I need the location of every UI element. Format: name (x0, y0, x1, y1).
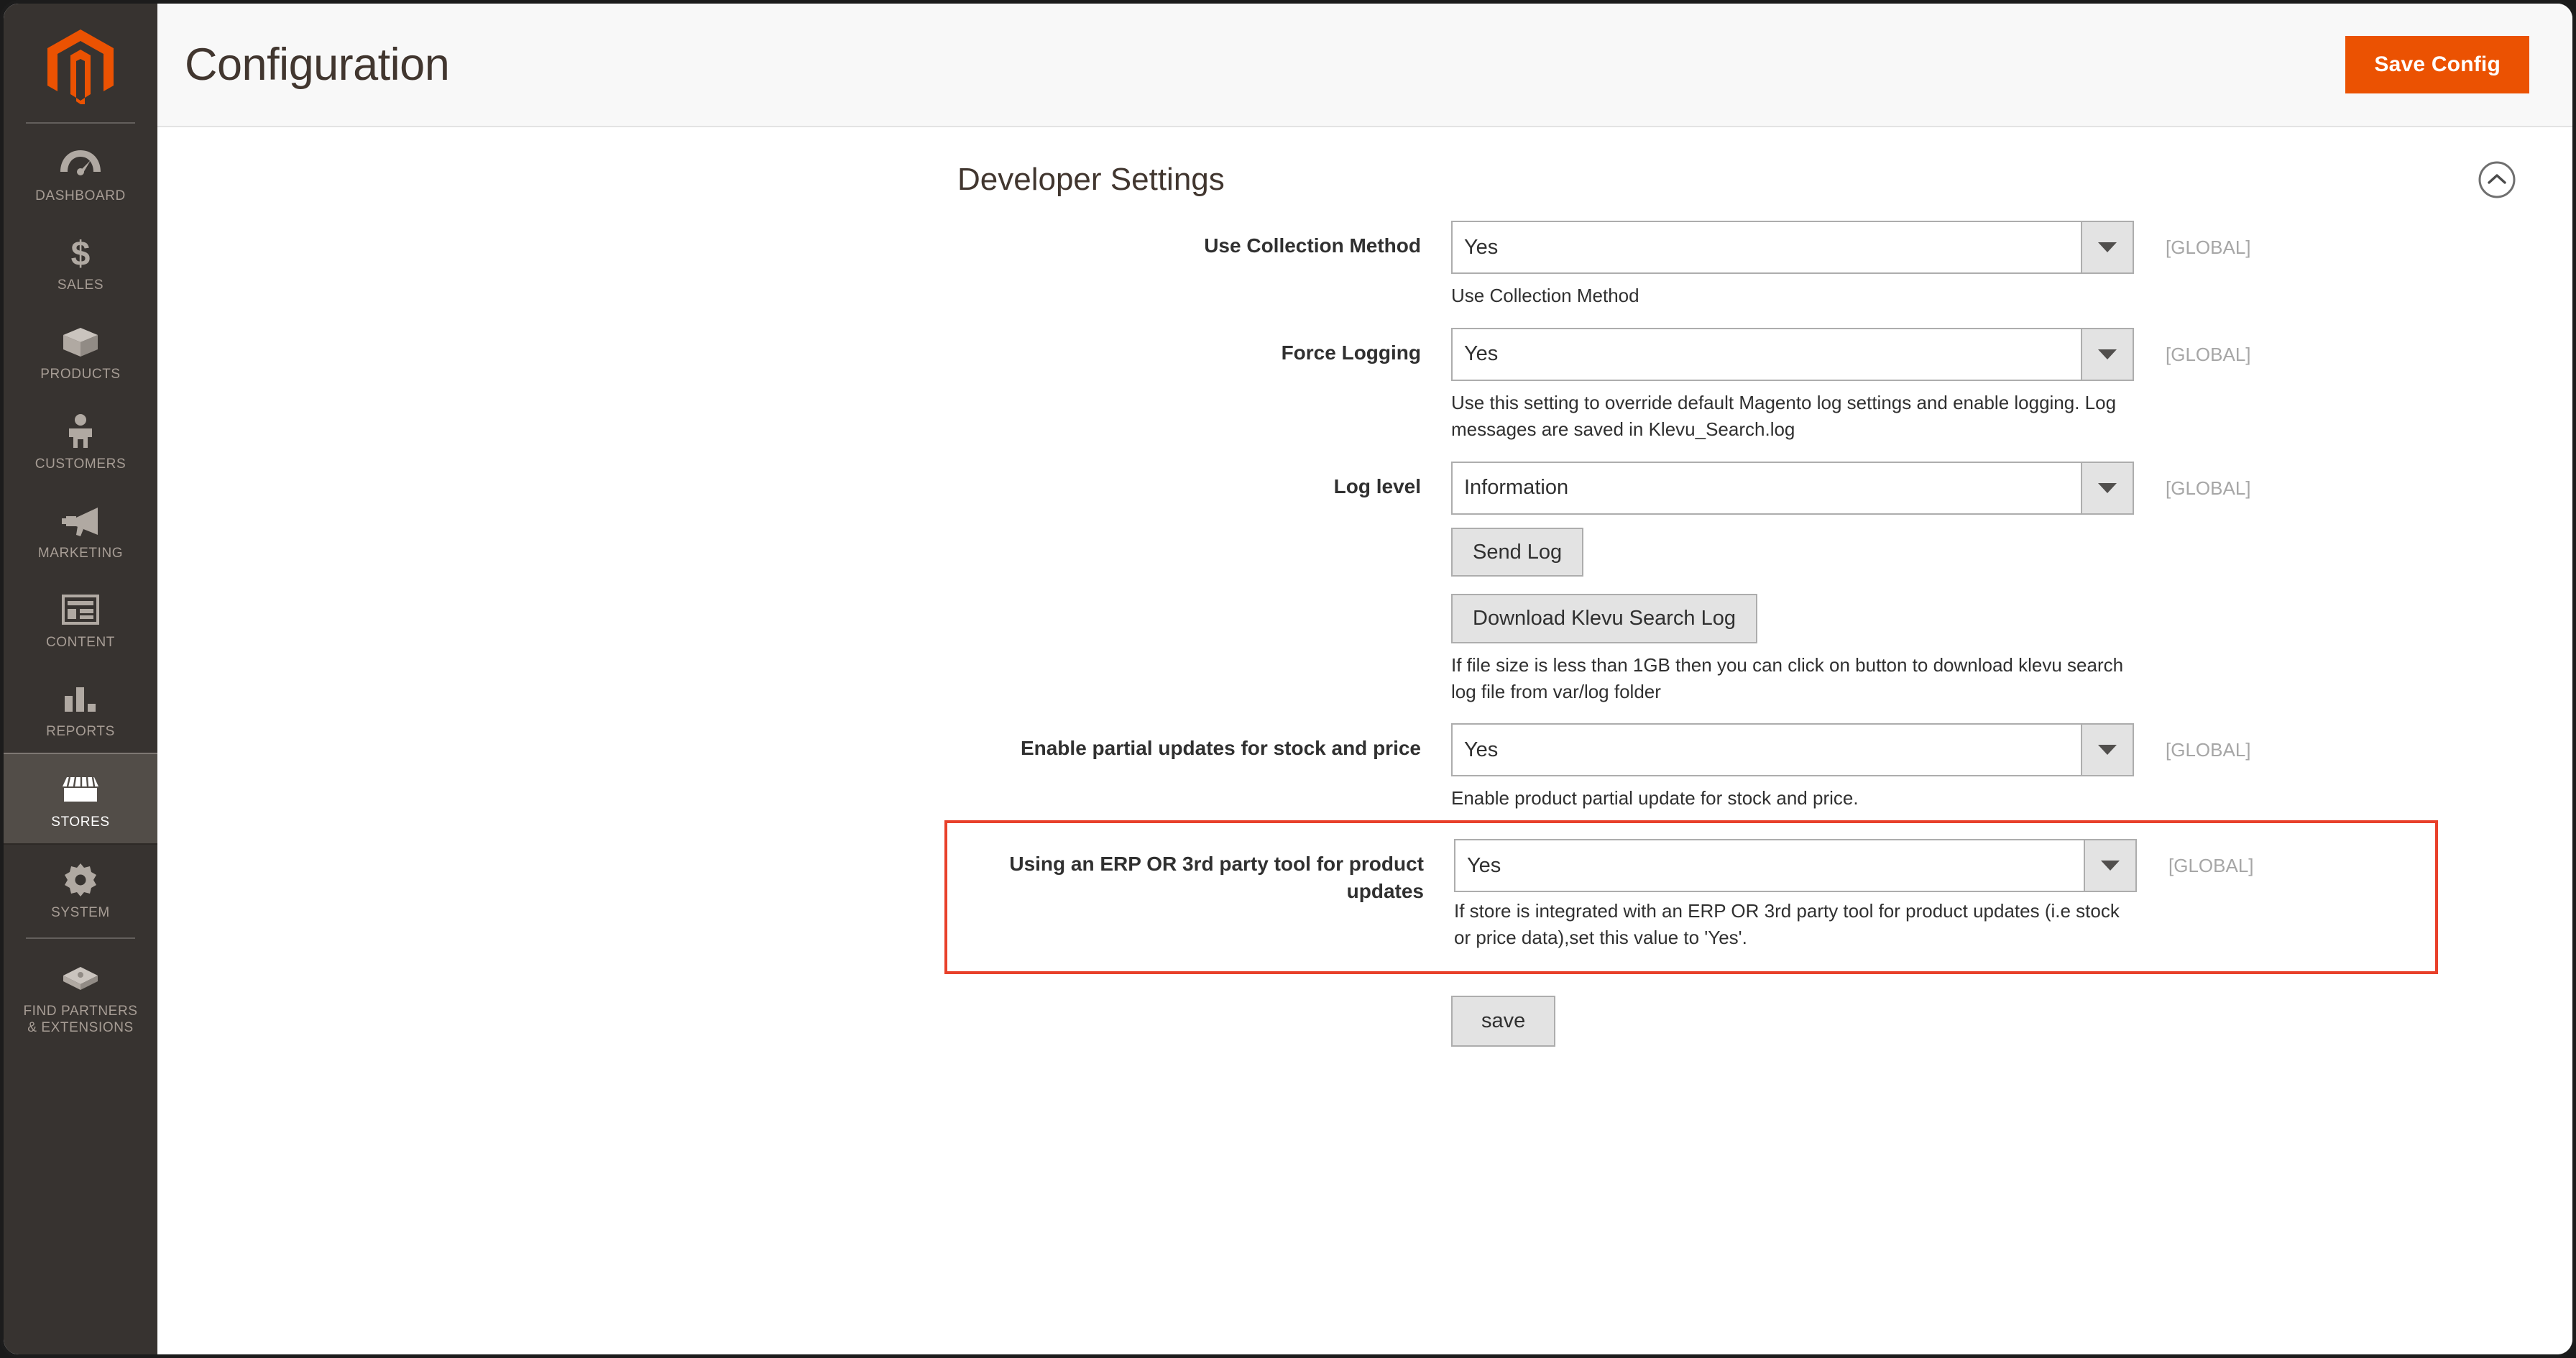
chevron-down-icon[interactable] (2081, 222, 2133, 272)
main-content: Configuration Save Config Developer Sett… (157, 4, 2572, 1354)
select-value: Yes (1467, 853, 1501, 877)
layout-icon (62, 591, 99, 628)
field-control: Yes Use this setting to override default… (1451, 327, 2134, 443)
field-control: Information (1451, 461, 2134, 515)
field-label: Enable partial updates for stock and pri… (1020, 737, 1421, 760)
sidebar-item-sales[interactable]: $ SALES (4, 217, 157, 306)
field-control: Yes If store is integrated with an ERP O… (1454, 839, 2137, 951)
admin-window: DASHBOARD $ SALES PRODUCTS CUSTOMERS MAR… (0, 0, 2576, 1358)
sidebar-item-label: CONTENT (45, 634, 116, 650)
erp-third-party-tool-select[interactable]: Yes (1454, 839, 2137, 893)
sidebar-item-find-partners-extensions[interactable]: FIND PARTNERS & EXTENSIONS (4, 943, 157, 1049)
download-log-group: Download Klevu Search Log If file size i… (1451, 594, 2134, 705)
chevron-down-icon[interactable] (2081, 462, 2133, 513)
sidebar-item-label: MARKETING (37, 545, 124, 561)
page-title: Configuration (185, 39, 450, 90)
svg-text:$: $ (71, 235, 91, 270)
force-logging-select[interactable]: Yes (1451, 327, 2134, 381)
field-note: If store is integrated with an ERP OR 3r… (1454, 900, 2120, 949)
layout-spacer (157, 996, 1451, 1047)
dollar-icon: $ (68, 234, 93, 271)
chevron-down-icon[interactable] (2084, 840, 2135, 891)
field-scope: [GLOBAL] (2166, 739, 2251, 761)
highlighted-field-box: Using an ERP OR 3rd party tool for produ… (944, 820, 2438, 975)
field-row-force-logging: Force Logging Yes Use this setting to ov… (157, 327, 2572, 443)
field-row-log-level: Log level Information [GLOBAL] (157, 461, 2572, 515)
person-icon (66, 413, 95, 450)
sidebar-item-reports[interactable]: REPORTS (4, 664, 157, 753)
bar-chart-icon (62, 680, 99, 717)
sidebar-item-content[interactable]: CONTENT (4, 574, 157, 664)
sidebar-item-system[interactable]: SYSTEM (4, 845, 157, 934)
field-row-erp-third-party-tool: Using an ERP OR 3rd party tool for produ… (947, 839, 2435, 951)
section-header: Developer Settings (157, 133, 2572, 221)
field-note: Use this setting to override default Mag… (1451, 391, 2117, 440)
field-scope: [GLOBAL] (2168, 855, 2254, 877)
chevron-down-icon[interactable] (2081, 725, 2133, 776)
field-scope: [GLOBAL] (2166, 237, 2251, 258)
sidebar-item-label: PRODUCTS (40, 367, 121, 382)
field-label: Log level (1333, 474, 1421, 497)
field-control: Yes Enable product partial update for st… (1451, 723, 2134, 812)
sidebar-item-label: DASHBOARD (35, 188, 126, 203)
sidebar-item-customers[interactable]: CUSTOMERS (4, 396, 157, 485)
sidebar-divider-top (26, 122, 135, 124)
configuration-form: Developer Settings Use Collection Method… (157, 127, 2572, 1354)
magento-logo[interactable] (4, 11, 157, 122)
select-value: Information (1464, 476, 1569, 500)
field-note: Enable product partial update for stock … (1451, 787, 1859, 809)
send-log-button[interactable]: Send Log (1451, 527, 1584, 577)
layout-spacer (157, 528, 1451, 577)
box-icon (60, 323, 101, 360)
sidebar-item-label: REPORTS (46, 724, 115, 740)
field-label: Use Collection Method (1204, 234, 1421, 257)
download-log-note: If file size is less than 1GB then you c… (1451, 653, 2124, 702)
chevron-up-circle-icon[interactable] (2478, 160, 2516, 199)
field-row-use-collection-method: Use Collection Method Yes Use Collection… (157, 221, 2572, 309)
sidebar-item-label: FIND PARTNERS & EXTENSIONS (23, 1003, 138, 1035)
sidebar-item-label: STORES (51, 815, 110, 830)
save-config-button[interactable]: Save Config (2345, 36, 2529, 93)
field-row-enable-partial-updates: Enable partial updates for stock and pri… (157, 723, 2572, 812)
select-value: Yes (1464, 738, 1499, 761)
sidebar-item-products[interactable]: PRODUCTS (4, 306, 157, 395)
download-log-row: Download Klevu Search Log If file size i… (157, 594, 2572, 705)
sidebar-item-label: SYSTEM (51, 905, 110, 921)
megaphone-icon (60, 502, 101, 539)
page-header: Configuration Save Config (157, 4, 2572, 127)
use-collection-method-select[interactable]: Yes (1451, 221, 2134, 274)
extensions-icon (60, 960, 101, 997)
sidebar-item-label: CUSTOMERS (34, 456, 126, 472)
dashboard-icon (59, 144, 102, 182)
select-value: Yes (1464, 235, 1499, 259)
sidebar-item-marketing[interactable]: MARKETING (4, 485, 157, 574)
section-title: Developer Settings (957, 162, 1225, 197)
layout-spacer (157, 594, 1451, 705)
sidebar-divider-bottom (26, 937, 135, 939)
send-log-row: Send Log (157, 527, 2572, 577)
storefront-icon (60, 771, 101, 808)
save-button[interactable]: save (1451, 996, 1556, 1047)
chevron-down-icon[interactable] (2081, 329, 2133, 380)
download-klevu-search-log-button[interactable]: Download Klevu Search Log (1451, 594, 1757, 643)
field-scope: [GLOBAL] (2166, 477, 2251, 499)
sidebar-item-dashboard[interactable]: DASHBOARD (4, 128, 157, 217)
gear-icon (63, 861, 98, 899)
sidebar-item-label: SALES (57, 277, 104, 293)
log-level-select[interactable]: Information (1451, 461, 2134, 515)
enable-partial-updates-select[interactable]: Yes (1451, 723, 2134, 777)
field-label: Using an ERP OR 3rd party tool for produ… (1009, 853, 1424, 902)
field-control: Yes Use Collection Method (1451, 221, 2134, 309)
sidebar-item-stores[interactable]: STORES (4, 753, 157, 845)
admin-sidebar: DASHBOARD $ SALES PRODUCTS CUSTOMERS MAR… (4, 4, 157, 1354)
field-scope: [GLOBAL] (2166, 343, 2251, 365)
lower-save-row: save (157, 996, 2572, 1047)
select-value: Yes (1464, 342, 1499, 366)
field-label: Force Logging (1281, 341, 1421, 364)
field-note: Use Collection Method (1451, 285, 1639, 306)
